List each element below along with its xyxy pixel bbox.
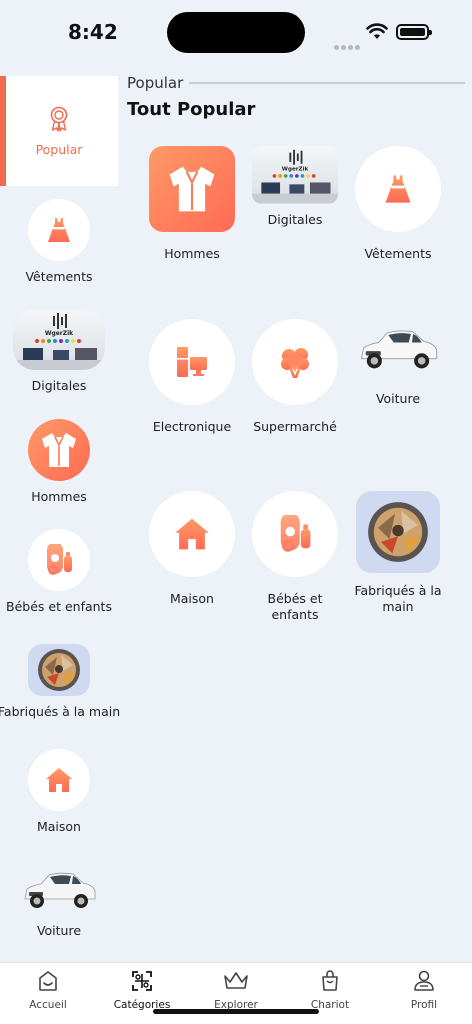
bag-icon: [322, 970, 338, 991]
house-icon: [175, 518, 209, 550]
category-label: Maison: [169, 591, 214, 606]
bottom-navigation: Accueil Catégories Explorer Chariot Prof…: [0, 962, 472, 1024]
sidebar-item-digitales[interactable]: WgerZik Digitales: [0, 296, 118, 406]
category-card-supermarche[interactable]: Supermarché: [243, 319, 347, 435]
sidebar-item-label: Voiture: [36, 922, 82, 938]
sidebar-item-label: Fabriqués à la main: [0, 703, 121, 719]
sidebar-item-vetements[interactable]: Vêtements: [0, 186, 118, 296]
sidebar-item-label: Maison: [36, 818, 81, 834]
digital-photo: WgerZik: [252, 146, 338, 204]
electronics-icon: [177, 347, 207, 377]
section-label: Popular: [127, 74, 184, 92]
category-label: Digitales: [267, 212, 323, 227]
status-time: 8:42: [68, 20, 118, 44]
category-label: Vêtements: [364, 246, 432, 261]
category-card-maison[interactable]: Maison: [140, 491, 244, 607]
home-indicator: [153, 1009, 319, 1014]
dress-icon: [385, 175, 411, 203]
sidebar-item-label: Bébés et enfants: [6, 598, 112, 614]
car-photo: [24, 872, 96, 908]
shirt-icon: [149, 146, 235, 232]
sidebar-item-bebes[interactable]: Bébés et enfants: [0, 516, 118, 626]
sidebar-item-popular[interactable]: Popular: [0, 76, 118, 186]
sidebar-item-voiture[interactable]: Voiture: [0, 846, 118, 956]
digital-photo: WgerZik: [13, 309, 105, 370]
award-icon: [50, 106, 68, 132]
nav-accueil[interactable]: Accueil: [1, 969, 95, 1011]
house-icon: [46, 767, 72, 792]
category-card-electronique[interactable]: Electronique: [140, 319, 244, 435]
category-label: Voiture: [375, 391, 421, 406]
handmade-photo: [28, 643, 90, 696]
category-thumb: [252, 319, 338, 405]
nav-profil[interactable]: Profil: [377, 969, 471, 1011]
category-card-hommes[interactable]: Hommes: [140, 146, 244, 262]
sidebar-item-label: Vêtements: [25, 268, 93, 284]
dynamic-island: [167, 12, 305, 53]
sidebar-item-maison[interactable]: Maison: [0, 736, 118, 846]
sidebar-item-fabriques[interactable]: Fabriqués à la main: [0, 626, 121, 736]
sidebar-item-label: Popular: [35, 141, 83, 157]
category-thumb: [355, 146, 441, 232]
status-bar: 8:42: [0, 0, 472, 64]
nav-categories[interactable]: Catégories: [95, 969, 189, 1011]
battery-icon: [396, 24, 432, 40]
sidebar-item-label: Hommes: [31, 488, 87, 504]
nav-explorer[interactable]: Explorer: [189, 969, 283, 1011]
crown-icon: [224, 972, 248, 989]
category-card-digitales[interactable]: WgerZik Digitales: [243, 146, 347, 228]
category-label: Supermarché: [253, 419, 337, 434]
category-thumb: [28, 198, 90, 261]
handmade-photo: [356, 491, 440, 573]
nav-label: Profil: [410, 999, 438, 1011]
page-title: Tout Popular: [127, 99, 256, 120]
category-thumb: [149, 319, 235, 405]
category-label: Fabriqués à la main: [354, 583, 442, 614]
car-photo: [360, 330, 438, 369]
categories-icon: [132, 971, 152, 991]
brand-text: WgerZik: [45, 330, 74, 337]
category-card-bebes[interactable]: Bébés et enfants: [243, 491, 347, 623]
category-sidebar: Popular Vêtements WgerZik Digitales Homm…: [0, 76, 121, 956]
cellular-signal-icon: [334, 35, 362, 54]
category-card-vetements[interactable]: Vêtements: [346, 146, 450, 262]
section-header: Popular: [127, 74, 465, 92]
category-label: Electronique: [152, 419, 232, 434]
wifi-icon: [366, 23, 388, 39]
profile-icon: [414, 970, 434, 991]
nav-label: Accueil: [29, 999, 67, 1011]
sidebar-item-label: Digitales: [31, 377, 87, 393]
category-thumb: [28, 528, 90, 591]
category-card-voiture[interactable]: Voiture: [346, 319, 450, 407]
nav-chariot[interactable]: Chariot: [283, 969, 377, 1011]
category-thumb: [252, 491, 338, 577]
baby-icon: [280, 515, 311, 552]
shirt-icon: [28, 418, 90, 481]
section-divider: [189, 82, 465, 84]
category-thumb: [149, 491, 235, 577]
category-thumb: [28, 748, 90, 811]
sidebar-item-hommes[interactable]: Hommes: [0, 406, 118, 516]
baby-icon: [47, 543, 72, 575]
grocery-icon: [281, 348, 309, 378]
category-card-fabriques[interactable]: Fabriqués à la main: [346, 491, 450, 615]
category-label: Hommes: [164, 246, 220, 261]
dress-icon: [48, 217, 70, 242]
category-label: Bébés et enfants: [267, 591, 323, 622]
home-icon: [39, 971, 57, 991]
brand-text: WgerZik: [282, 166, 309, 172]
